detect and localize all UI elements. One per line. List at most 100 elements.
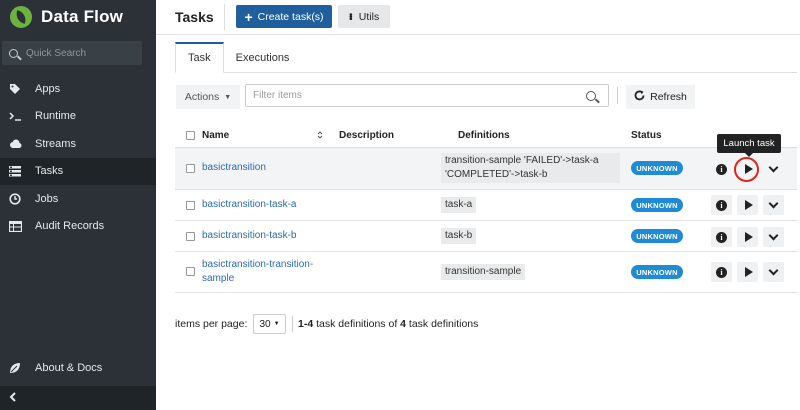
select-all-checkbox[interactable] — [186, 122, 195, 148]
table-row: basictransition transition-sample 'FAILE… — [175, 148, 797, 190]
task-definition: transition-sample 'FAILED'->task-a 'COMP… — [441, 153, 620, 183]
sidebar-item-tasks[interactable]: Tasks — [0, 157, 156, 185]
sidebar-item-audit-records[interactable]: Audit Records — [0, 213, 156, 241]
brand[interactable]: Data Flow — [10, 4, 123, 30]
caret-down-icon: ▼ — [224, 93, 232, 101]
table-row: basictransition-task-b task-b UNKNOWN i — [175, 221, 797, 252]
chevron-left-icon — [9, 391, 17, 405]
actions-dropdown[interactable]: Actions ▼ — [176, 85, 240, 109]
row-checkbox[interactable] — [186, 164, 195, 173]
sidebar-item-label: About & Docs — [35, 361, 103, 374]
play-icon — [744, 232, 753, 242]
quick-search-input[interactable] — [26, 47, 136, 59]
create-task-label: Create task(s) — [257, 10, 324, 23]
row-checkbox[interactable] — [186, 232, 195, 241]
clock-icon — [8, 192, 22, 206]
divider — [617, 87, 618, 104]
more-actions-button[interactable] — [763, 159, 784, 179]
spring-logo-icon — [10, 6, 32, 28]
divider — [175, 72, 797, 73]
plus-icon: + — [244, 8, 253, 25]
chevron-down-icon — [768, 162, 779, 172]
chevron-down-icon — [768, 230, 779, 240]
more-actions-button[interactable] — [763, 195, 784, 215]
divider — [224, 4, 225, 30]
details-button[interactable]: i — [711, 227, 732, 247]
task-definition: task-a — [441, 197, 477, 213]
sidebar-item-about-docs[interactable]: About & Docs — [0, 354, 156, 381]
sort-icon[interactable] — [317, 122, 323, 148]
definition-line: transition-sample 'FAILED'->task-a — [445, 155, 599, 166]
table-icon — [8, 219, 22, 233]
task-name-link[interactable]: basictransition — [202, 161, 266, 175]
pagination-text: task definitions — [406, 318, 479, 330]
refresh-icon — [634, 90, 645, 104]
row-checkbox[interactable] — [186, 201, 195, 210]
table-row: basictransition-task-a task-a UNKNOWN i — [175, 190, 797, 221]
sidebar-item-label: Tasks — [35, 165, 64, 178]
task-definition: transition-sample — [441, 264, 526, 280]
sidebar-item-jobs[interactable]: Jobs — [0, 185, 156, 213]
tab-executions[interactable]: Executions — [224, 42, 302, 73]
launch-task-button[interactable] — [737, 262, 758, 282]
sidebar-item-label: Audit Records — [35, 220, 105, 233]
highlight-ring — [734, 157, 759, 182]
details-button[interactable]: i — [711, 195, 732, 215]
task-name-link[interactable]: basictransition-task-a — [202, 198, 296, 212]
pagination-summary: 1-4 task definitions of 4 task definitio… — [298, 318, 478, 330]
details-button[interactable]: i — [711, 159, 732, 179]
table-row: basictransition-transition- sample trans… — [175, 252, 797, 293]
utils-label: Utils — [358, 10, 380, 23]
launch-task-button[interactable] — [737, 195, 758, 215]
play-icon — [744, 267, 753, 277]
search-icon[interactable] — [586, 90, 596, 101]
sidebar: Data Flow Apps Runtime Streams — [0, 0, 156, 410]
tasks-icon — [8, 164, 22, 178]
sidebar-item-streams[interactable]: Streams — [0, 130, 156, 158]
refresh-button[interactable]: Refresh — [626, 85, 695, 109]
search-icon — [9, 48, 18, 58]
sidebar-item-apps[interactable]: Apps — [0, 75, 156, 103]
sidebar-item-label: Jobs — [35, 192, 59, 205]
task-name-line: basictransition-transition- — [202, 259, 314, 270]
refresh-label: Refresh — [650, 91, 687, 103]
pagination-text: task definitions of — [313, 318, 401, 330]
pagination-range: 1-4 — [298, 318, 314, 330]
actions-label: Actions — [184, 91, 220, 103]
info-icon: i — [716, 266, 727, 278]
details-button[interactable]: i — [711, 262, 732, 282]
quick-search[interactable] — [2, 41, 142, 65]
definition-line: 'COMPLETED'->task-b — [445, 169, 548, 180]
sidebar-item-label: Streams — [35, 137, 76, 150]
sidebar-item-runtime[interactable]: Runtime — [0, 103, 156, 131]
task-name-link[interactable]: basictransition-transition- sample — [202, 258, 313, 286]
status-badge: UNKNOWN — [631, 161, 683, 175]
table-header: Name Description Definitions Status — [175, 122, 797, 148]
divider — [156, 34, 800, 35]
info-icon: i — [716, 199, 727, 211]
filter-input[interactable] — [246, 90, 586, 101]
column-definitions: Definitions — [458, 129, 510, 141]
more-actions-button[interactable] — [763, 262, 784, 282]
create-task-button[interactable]: + Create task(s) — [236, 5, 332, 28]
tabs: Task Executions — [175, 42, 301, 73]
tab-task[interactable]: Task — [175, 42, 224, 73]
brand-name: Data Flow — [41, 7, 124, 26]
task-name-link[interactable]: basictransition-task-b — [202, 229, 296, 243]
column-status: Status — [631, 129, 662, 141]
tag-icon — [8, 82, 22, 96]
page-size-select[interactable]: 30 ▼ — [253, 314, 286, 334]
page-size-value: 30 — [259, 318, 271, 330]
caret-down-icon: ▼ — [273, 321, 280, 327]
status-badge: UNKNOWN — [631, 229, 683, 243]
status-badge: UNKNOWN — [631, 265, 683, 279]
chevron-down-icon — [768, 265, 779, 275]
more-actions-button[interactable] — [763, 227, 784, 247]
sidebar-item-label: Apps — [35, 82, 61, 95]
task-definition: task-b — [441, 228, 477, 244]
column-name[interactable]: Name — [202, 122, 229, 148]
launch-task-button[interactable] — [737, 227, 758, 247]
sidebar-collapse-button[interactable] — [0, 386, 156, 410]
utils-button[interactable]: ••• Utils — [338, 5, 390, 28]
row-checkbox[interactable] — [186, 267, 195, 276]
